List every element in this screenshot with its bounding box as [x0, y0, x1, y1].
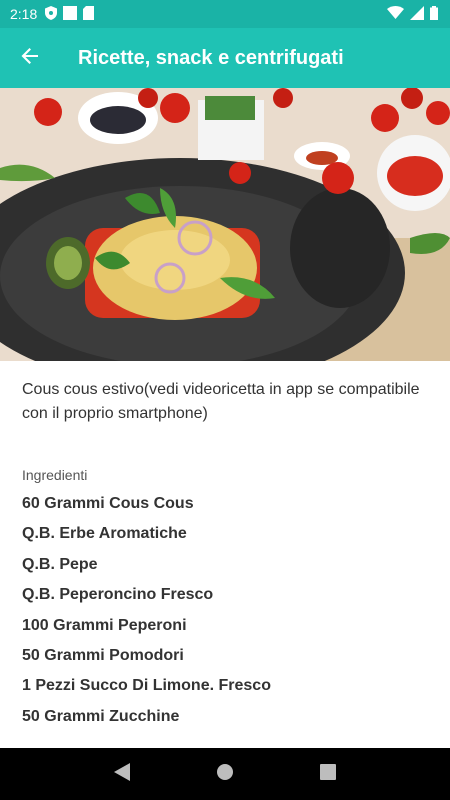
- ingredient-item: Q.B. Peperoncino Fresco: [22, 586, 214, 604]
- nav-back-button[interactable]: [102, 754, 142, 794]
- shield-icon: [45, 5, 58, 23]
- page-title: Ricette, snack e centrifugati: [78, 46, 344, 69]
- battery-icon: [430, 5, 438, 23]
- wifi-icon: [387, 6, 404, 22]
- ingredient-item: 50 Grammi Zucchine: [22, 707, 180, 725]
- signal-icon: [410, 5, 424, 23]
- ingredients-label: Ingredienti: [22, 467, 88, 483]
- recipe-content: Cous cous estivo(vedi videoricetta in ap…: [22, 378, 432, 732]
- ingredient-item: Q.B. Erbe Aromatiche: [22, 525, 187, 543]
- nav-home-button[interactable]: [205, 754, 245, 794]
- back-button[interactable]: [0, 28, 60, 88]
- ingredient-item: 100 Grammi Peperoni: [22, 616, 187, 634]
- ingredient-item: Q.B. Pepe: [22, 555, 98, 573]
- nav-recents-button[interactable]: [308, 754, 348, 794]
- recipe-image: [0, 88, 450, 361]
- back-triangle-icon: [113, 762, 130, 786]
- app-bar: Ricette, snack e centrifugati: [0, 28, 450, 88]
- home-circle-icon: [216, 763, 234, 786]
- recipe-title: Cous cous estivo(vedi videoricetta in ap…: [22, 381, 420, 422]
- square-icon: [63, 5, 78, 23]
- arrow-left-icon: [20, 46, 40, 71]
- status-time: 2:18: [10, 6, 38, 22]
- ingredient-item: 60 Grammi Cous Cous: [22, 495, 194, 512]
- system-nav-bar: [0, 748, 450, 800]
- ingredient-item: 50 Grammi Pomodori: [22, 646, 184, 664]
- sd-card-icon: [83, 5, 95, 23]
- recents-square-icon: [320, 763, 337, 785]
- ingredient-list: 60 Grammi Cous Cous Q.B. Erbe Aromatiche…: [22, 489, 432, 732]
- ingredient-item: 1 Pezzi Succo Di Limone. Fresco: [22, 677, 271, 695]
- status-bar: 2:18: [0, 0, 450, 28]
